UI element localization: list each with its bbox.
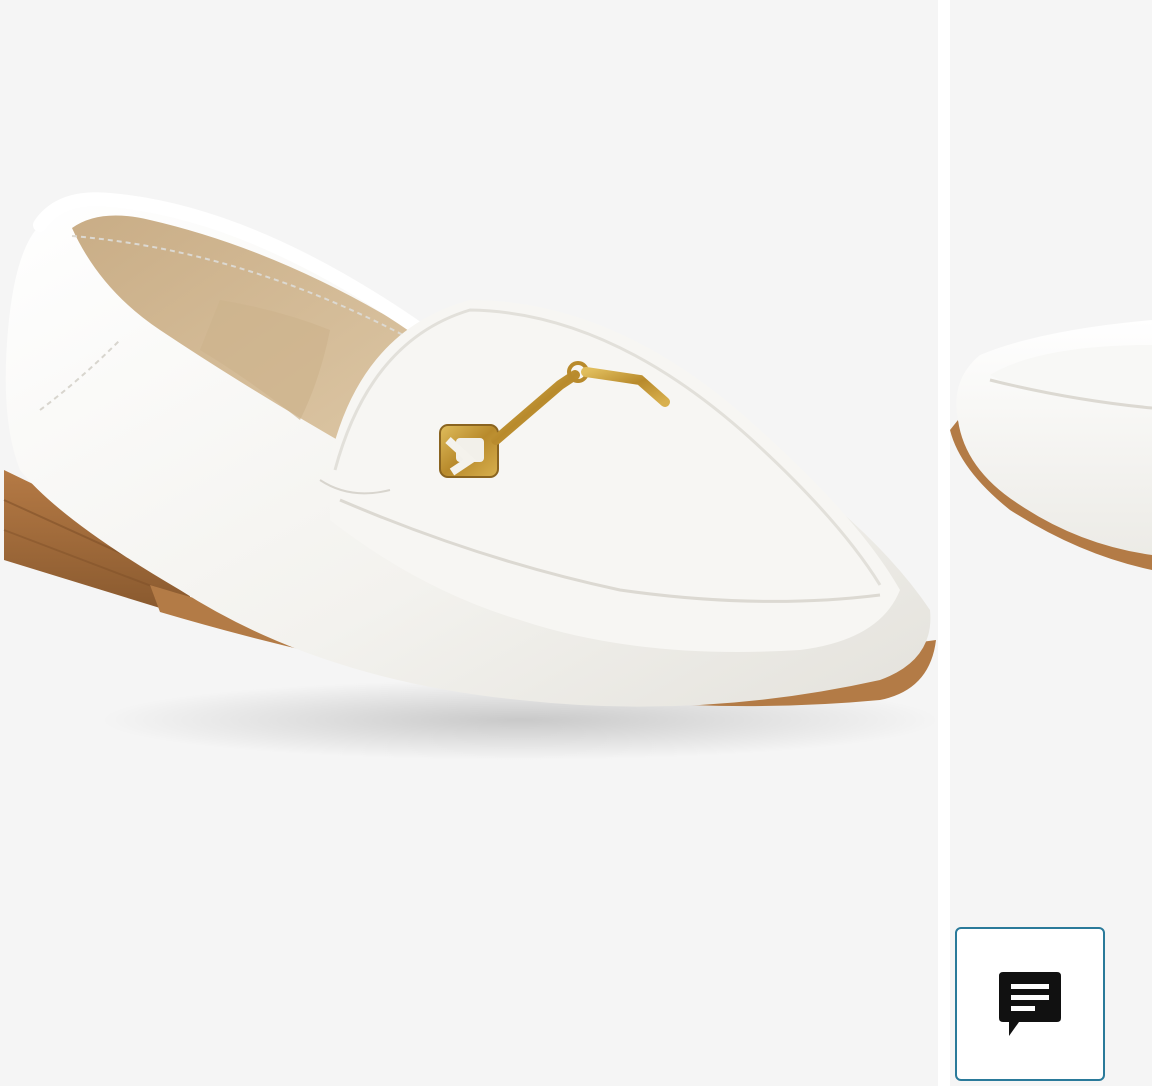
- product-image-slide-next[interactable]: [950, 0, 1152, 1086]
- feedback-button[interactable]: [955, 927, 1105, 1081]
- product-image-carousel[interactable]: [0, 0, 1152, 1086]
- product-image-loafer-next: [950, 320, 1152, 570]
- product-image-slide-main[interactable]: [0, 0, 938, 1086]
- slide-divider: [938, 0, 950, 1086]
- product-image-loafer: [3, 192, 938, 760]
- chat-feedback-icon: [999, 972, 1061, 1036]
